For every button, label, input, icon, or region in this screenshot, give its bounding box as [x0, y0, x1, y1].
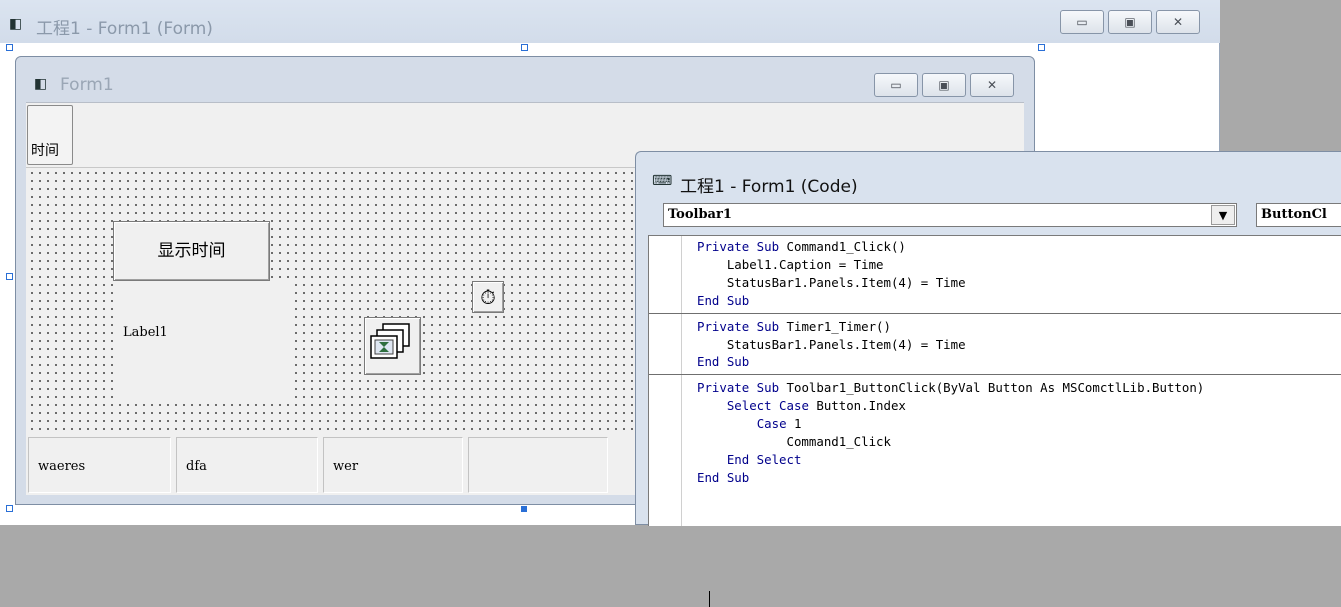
selection-handle[interactable]	[6, 505, 13, 512]
code-line[interactable]: Select Case Button.Index	[697, 397, 1341, 415]
code-text-run: Button.Index	[808, 398, 906, 414]
procedure-combo-value: ButtonCl	[1261, 207, 1327, 222]
code-text-run	[697, 416, 757, 431]
code-text-run	[697, 398, 727, 413]
procedure-separator	[649, 374, 1341, 376]
object-combo-value: Toolbar1	[668, 207, 732, 222]
object-combo[interactable]: Toolbar1 ▼	[663, 203, 1237, 227]
minimize-icon: ▭	[890, 78, 902, 92]
selection-handle[interactable]	[6, 44, 13, 51]
form1-titlebar[interactable]: ◧ Form1 ▭ ▣ ✕	[16, 57, 1034, 101]
code-line[interactable]: End Sub	[697, 292, 1341, 310]
code-window-titlebar[interactable]: ⌨ 工程1 - Form1 (Code)	[636, 152, 1341, 197]
toolbar-time-label: 时间	[31, 143, 59, 159]
code-window-title: 工程1 - Form1 (Code)	[680, 177, 858, 197]
selection-handle[interactable]	[521, 44, 528, 51]
selection-handle[interactable]	[6, 273, 13, 280]
code-line[interactable]: End Sub	[697, 469, 1341, 487]
toolbar-time-button[interactable]: 时间	[27, 105, 73, 165]
minimize-button[interactable]: ▭	[1060, 10, 1104, 34]
form1-title: Form1	[60, 75, 114, 95]
code-keyword: Select Case	[726, 398, 809, 414]
code-line[interactable]: Private Sub Timer1_Timer()	[697, 318, 1341, 336]
code-text[interactable]: Private Sub Command1_Click() Label1.Capt…	[649, 238, 1341, 487]
code-text-run: Label1.Caption = Time	[697, 256, 884, 272]
code-text-run: Toolbar1_ButtonClick(ByVal Button As MSC…	[779, 380, 1205, 396]
code-window-icon: ⌨	[652, 173, 673, 189]
label1-control[interactable]: Label1	[113, 283, 293, 401]
restore-icon: ▣	[1124, 15, 1136, 29]
code-line[interactable]: StatusBar1.Panels.Item(4) = Time	[697, 336, 1341, 354]
close-icon: ✕	[986, 78, 998, 92]
code-text-run: StatusBar1.Panels.Item(4) = Time	[697, 336, 966, 352]
code-keyword: End Sub	[697, 354, 750, 370]
code-line[interactable]: Private Sub Toolbar1_ButtonClick(ByVal B…	[697, 379, 1341, 397]
code-text-run: 1	[786, 416, 802, 432]
margin-indicator-bar[interactable]	[649, 236, 682, 526]
restore-button[interactable]: ▣	[1108, 10, 1152, 34]
code-editor[interactable]: Private Sub Command1_Click() Label1.Capt…	[648, 235, 1341, 607]
restore-icon: ▣	[938, 78, 950, 92]
code-text-run: Command1_Click	[697, 434, 891, 450]
selection-handle[interactable]	[1038, 44, 1045, 51]
status-panel-1[interactable]: waeres	[28, 437, 171, 493]
project-window-title: 工程1 - Form1 (Form)	[36, 19, 213, 39]
code-window: ⌨ 工程1 - Form1 (Code) Toolbar1 ▼ ButtonCl…	[635, 151, 1341, 607]
procedure-separator	[649, 312, 1341, 314]
code-line[interactable]: End Select	[697, 451, 1341, 469]
selection-handle[interactable]	[521, 506, 527, 512]
form-app-icon: ◧	[34, 76, 48, 92]
code-keyword: Private Sub	[697, 239, 780, 254]
text-caret	[709, 591, 710, 607]
timer1-control[interactable]: ⏱	[472, 281, 504, 313]
chevron-down-icon[interactable]: ▼	[1211, 205, 1235, 225]
code-text-run: StatusBar1.Panels.Item(4) = Time	[697, 274, 966, 290]
procedure-combo[interactable]: ButtonCl	[1256, 203, 1341, 227]
status-panel-4[interactable]	[468, 437, 608, 493]
code-keyword: End Select	[726, 451, 802, 467]
status-panel-1-text: waeres	[38, 459, 86, 474]
close-button[interactable]: ✕	[970, 73, 1014, 97]
code-line[interactable]: End Sub	[697, 353, 1341, 371]
show-time-button[interactable]: 显示时间	[113, 221, 270, 281]
code-keyword: End Sub	[697, 292, 750, 308]
status-panel-2[interactable]: dfa	[176, 437, 318, 493]
close-icon: ✕	[1172, 15, 1184, 29]
code-line[interactable]: Private Sub Command1_Click()	[697, 238, 1341, 256]
stopwatch-icon: ⏱	[480, 285, 496, 309]
imagelist-control[interactable]	[364, 317, 421, 375]
code-text-run	[697, 452, 727, 467]
status-panel-2-text: dfa	[186, 459, 207, 474]
code-line[interactable]: StatusBar1.Panels.Item(4) = Time	[697, 274, 1341, 292]
code-text-run: Timer1_Timer()	[779, 318, 891, 334]
code-text-run: Command1_Click()	[779, 239, 906, 254]
status-panel-3[interactable]: wer	[323, 437, 463, 493]
label1-caption: Label1	[123, 325, 168, 340]
close-button[interactable]: ✕	[1156, 10, 1200, 34]
minimize-button[interactable]: ▭	[874, 73, 918, 97]
minimize-icon: ▭	[1076, 15, 1088, 29]
code-keyword: End Sub	[697, 469, 750, 485]
code-keyword: Case	[756, 416, 787, 432]
code-line[interactable]: Command1_Click	[697, 433, 1341, 451]
image-list-icon	[370, 323, 410, 359]
code-keyword: Private Sub	[697, 318, 780, 334]
form-app-icon: ◧	[9, 16, 23, 32]
code-line[interactable]: Case 1	[697, 415, 1341, 433]
code-line[interactable]: Label1.Caption = Time	[697, 256, 1341, 274]
code-keyword: Private Sub	[697, 380, 780, 396]
project-window-titlebar[interactable]: ◧ 工程1 - Form1 (Form) ▭ ▣ ✕	[0, 0, 1220, 43]
restore-button[interactable]: ▣	[922, 73, 966, 97]
status-panel-3-text: wer	[333, 459, 359, 474]
